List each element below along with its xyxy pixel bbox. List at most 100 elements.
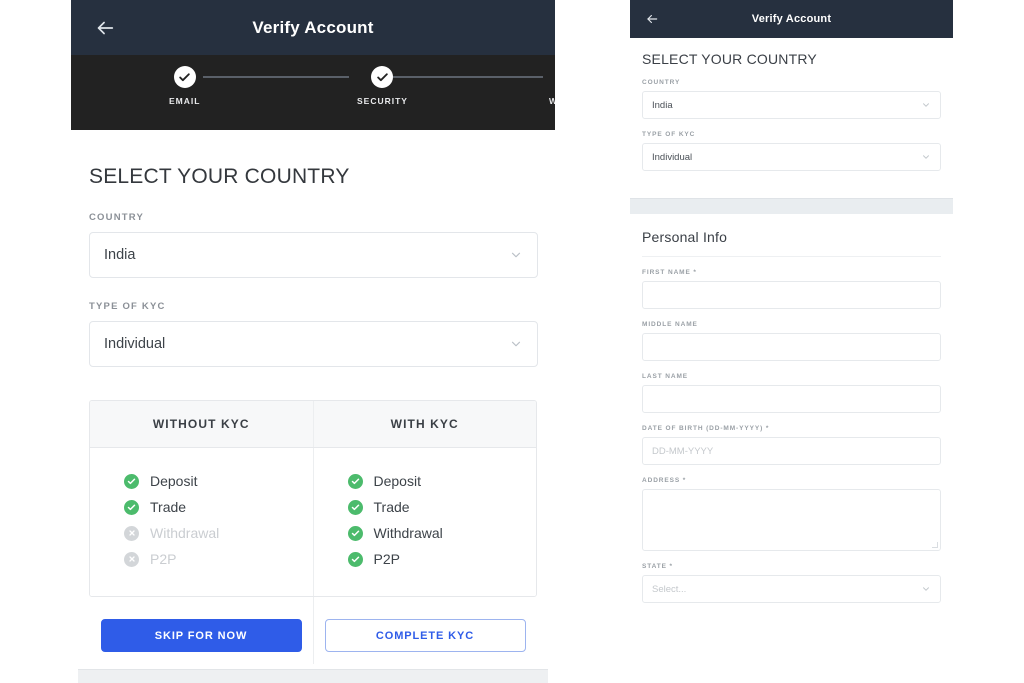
kyc-feature-label: P2P	[373, 551, 400, 567]
personal-info-field: ADDRESS *	[642, 477, 941, 551]
kyc-actions: SKIP FOR NOW COMPLETE KYC	[89, 597, 537, 664]
stepper-label: EMAIL	[169, 96, 201, 106]
arrow-left-icon	[97, 21, 114, 34]
kyc-type-label: TYPE OF KYC	[642, 131, 696, 138]
kyc-table-body: Deposit Trade Withdrawal P2P Deposit Trade Wi…	[90, 448, 536, 596]
personal-info-field: MIDDLE NAME	[642, 321, 941, 361]
kyc-type-field: TYPE OF KYC Individual	[88, 301, 538, 367]
kyc-type-value: Individual	[652, 151, 693, 163]
kyc-column-with: Deposit Trade Withdrawal P2P	[314, 448, 537, 596]
kyc-comparison-table: WITHOUT KYC WITH KYC Deposit Trade Withdra…	[89, 400, 537, 597]
check-icon	[347, 551, 363, 567]
kyc-table-header: WITHOUT KYC WITH KYC	[90, 401, 536, 448]
personal-info-field: DATE OF BIRTH (DD-MM-YYYY) * DD-MM-YYYY	[642, 425, 941, 465]
kyc-feature-row: Trade	[347, 494, 537, 520]
field-label: LAST NAME	[642, 373, 689, 380]
kyc-feature-label: Deposit	[373, 473, 421, 489]
kyc-type-field: TYPE OF KYC Individual	[642, 131, 941, 171]
personal-info-field: FIRST NAME *	[642, 269, 941, 309]
kyc-type-label: TYPE OF KYC	[89, 301, 166, 312]
text-input[interactable]	[642, 281, 941, 309]
check-icon	[124, 499, 139, 515]
skip-action-cell: SKIP FOR NOW	[89, 619, 313, 652]
placeholder-text: Select...	[652, 583, 687, 595]
personal-info-fields: FIRST NAME * MIDDLE NAME LAST NAME DATE OF …	[642, 269, 941, 603]
kyc-feature-label: Withdrawal	[373, 525, 443, 541]
mobile-personal-info-section: Personal Info FIRST NAME * MIDDLE NAME LAS…	[630, 229, 953, 603]
back-button[interactable]	[93, 16, 117, 40]
country-label: COUNTRY	[89, 212, 145, 223]
check-icon	[347, 525, 363, 541]
kyc-feature-row: P2P	[347, 546, 537, 572]
kyc-column-header-with: WITH KYC	[390, 417, 459, 431]
field-label: FIRST NAME *	[642, 269, 697, 276]
kyc-type-select[interactable]: Individual	[89, 321, 538, 367]
field-label: STATE *	[642, 563, 673, 570]
text-input[interactable]	[642, 333, 941, 361]
stepper-label: WELCOME	[549, 96, 555, 106]
kyc-feature-label: Deposit	[150, 473, 198, 489]
kyc-feature-label: Trade	[373, 499, 410, 515]
actions-divider	[313, 597, 314, 664]
kyc-feature-row: Withdrawal	[124, 520, 313, 546]
country-field: COUNTRY India	[88, 212, 538, 278]
page-title: Verify Account	[751, 13, 832, 25]
section-title: SELECT YOUR COUNTRY	[89, 165, 350, 188]
stepper-connector-2	[393, 76, 543, 78]
country-value: India	[652, 99, 673, 111]
address-textarea[interactable]	[642, 489, 941, 551]
stepper-label: SECURITY	[357, 96, 408, 106]
page-title: Verify Account	[252, 17, 374, 37]
desktop-verify-account-panel: Verify Account EMAIL SECURITY WELCOME	[71, 0, 555, 683]
desktop-app-header: Verify Account	[71, 0, 555, 55]
mobile-verify-account-panel: Verify Account SELECT YOUR COUNTRY COUNT…	[630, 0, 953, 683]
country-select[interactable]: India	[89, 232, 538, 278]
stepper-step-welcome[interactable]: WELCOME	[549, 66, 555, 106]
check-circle-icon	[371, 66, 394, 88]
skip-for-now-button[interactable]: SKIP FOR NOW	[100, 619, 302, 652]
kyc-type-select[interactable]: Individual	[642, 143, 941, 171]
kyc-feature-row: P2P	[124, 546, 313, 572]
kyc-feature-label: Withdrawal	[150, 525, 220, 541]
mobile-country-section: SELECT YOUR COUNTRY COUNTRY India TYPE O…	[630, 51, 953, 171]
text-input[interactable]	[642, 385, 941, 413]
chevron-down-icon	[511, 341, 521, 347]
field-label: MIDDLE NAME	[642, 321, 698, 328]
progress-stepper: EMAIL SECURITY WELCOME	[71, 55, 555, 130]
chevron-down-icon	[923, 155, 929, 159]
chevron-down-icon	[923, 587, 929, 591]
country-value: India	[104, 247, 136, 263]
section-title: SELECT YOUR COUNTRY	[642, 51, 817, 67]
stepper-connector-1	[203, 76, 349, 78]
field-label: ADDRESS *	[642, 477, 687, 484]
kyc-feature-row: Trade	[124, 494, 313, 520]
back-button[interactable]	[644, 11, 660, 27]
section-separator-band	[630, 198, 953, 214]
stepper-step-security[interactable]: SECURITY	[357, 66, 408, 106]
arrow-left-icon	[647, 14, 658, 24]
check-circle-icon	[173, 66, 196, 88]
mobile-app-header: Verify Account	[630, 0, 953, 38]
field-label: DATE OF BIRTH (DD-MM-YYYY) *	[642, 425, 770, 432]
stepper-step-email[interactable]: EMAIL	[169, 66, 200, 106]
desktop-panel-footer	[78, 669, 548, 683]
country-select[interactable]: India	[642, 91, 941, 119]
kyc-column-header-without: WITHOUT KYC	[90, 401, 314, 447]
personal-info-field: STATE * Select...	[642, 563, 941, 603]
kyc-feature-row: Deposit	[124, 468, 313, 494]
text-input[interactable]: DD-MM-YYYY	[642, 437, 941, 465]
cross-icon	[124, 551, 139, 567]
kyc-feature-label: P2P	[150, 551, 177, 567]
check-icon	[347, 499, 363, 515]
kyc-feature-row: Deposit	[347, 468, 537, 494]
complete-action-cell: COMPLETE KYC	[313, 619, 537, 652]
state-select[interactable]: Select...	[642, 575, 941, 603]
cross-icon	[124, 525, 139, 541]
chevron-down-icon	[511, 252, 521, 258]
chevron-down-icon	[923, 103, 929, 107]
check-icon	[347, 473, 363, 489]
complete-kyc-button[interactable]: COMPLETE KYC	[324, 619, 526, 652]
placeholder-text: DD-MM-YYYY	[652, 445, 714, 457]
personal-info-field: LAST NAME	[642, 373, 941, 413]
screenshot-root: Verify Account EMAIL SECURITY WELCOME	[0, 0, 1024, 683]
